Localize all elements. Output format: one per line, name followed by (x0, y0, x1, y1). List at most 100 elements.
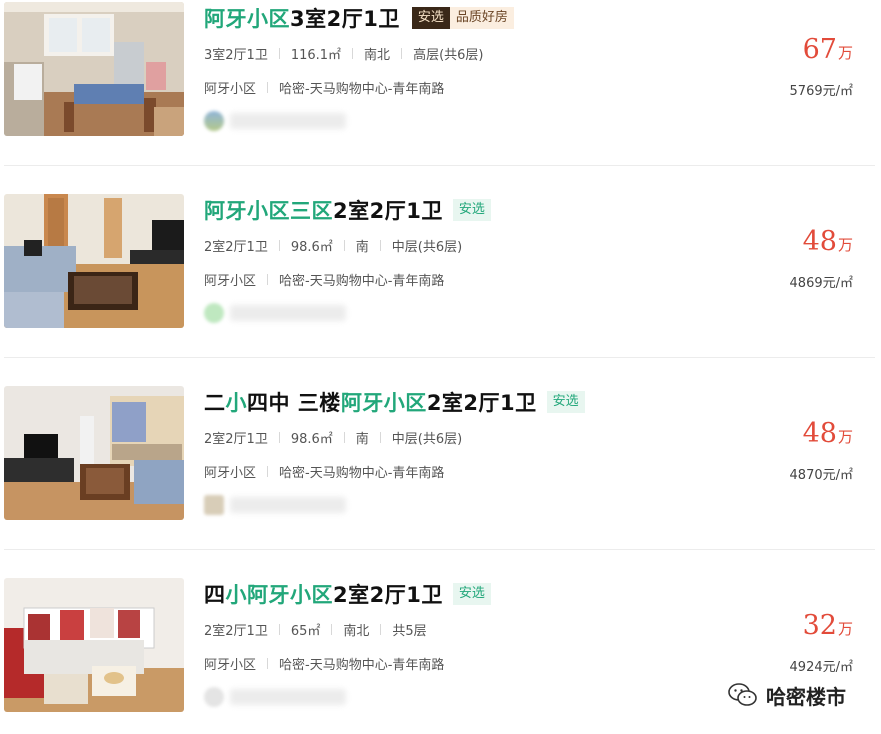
price-unit: 万 (837, 44, 853, 62)
title-part: 四 (204, 583, 226, 607)
community-link[interactable]: 阿牙小区 (204, 78, 256, 97)
living-room-photo-icon (4, 194, 184, 328)
agent-avatar (204, 111, 224, 131)
listing-attributes: 2室2厅1卫 65㎡ 南北 共5层 (204, 620, 427, 639)
title-part: 小 (225, 391, 247, 415)
watermark-text: 哈密楼市 (766, 684, 846, 709)
divider (278, 48, 280, 59)
listing-photo[interactable] (4, 386, 184, 520)
agent-avatar (204, 495, 224, 515)
community-link[interactable]: 阿牙小区 (204, 270, 256, 289)
divider (352, 48, 354, 59)
anxuan-tag: 安选 (452, 583, 491, 605)
layout-attr: 2室2厅1卫 (204, 624, 268, 639)
listing-photo[interactable] (4, 578, 184, 712)
listing-photo[interactable] (4, 2, 184, 136)
divider (267, 82, 269, 93)
unit-price: 4924元/㎡ (789, 660, 853, 675)
title-part: 3室2厅1卫 (290, 7, 400, 31)
area-link[interactable]: 哈密-天马购物中心-青年南路 (279, 462, 444, 481)
community-link[interactable]: 阿牙小区 (204, 654, 256, 673)
quality-tag: 品质好房 (449, 7, 514, 29)
area-attr: 98.6㎡ (290, 432, 333, 447)
listing-attributes: 2室2厅1卫 98.6㎡ 南 中层(共6层) (204, 428, 462, 447)
agent-info[interactable] (204, 684, 354, 710)
divider (379, 432, 381, 443)
agent-info[interactable] (204, 300, 354, 326)
listing-card[interactable]: 阿牙小区三区 2室2厅1卫 安选 2室2厅1卫 98.6㎡ 南 中层(共6层) … (4, 192, 875, 358)
community-link[interactable]: 阿牙小区 (204, 462, 256, 481)
price-value: 67 (802, 34, 837, 65)
unit-price: 4869元/㎡ (789, 276, 853, 291)
agent-avatar (204, 303, 224, 323)
price-value: 48 (802, 226, 837, 257)
divider (401, 48, 403, 59)
area-link[interactable]: 哈密-天马购物中心-青年南路 (279, 654, 444, 673)
listing-card[interactable]: 阿牙小区 3室2厅1卫 安选 品质好房 3室2厅1卫 116.1㎡ 南北 高层(… (4, 0, 875, 166)
divider (343, 240, 345, 251)
floor-attr: 共5层 (392, 624, 427, 639)
watermark: 哈密楼市 (728, 680, 846, 710)
anxuan-tag: 安选 (452, 199, 491, 221)
price-unit: 万 (837, 620, 853, 638)
divider (267, 274, 269, 285)
floor-attr: 中层(共6层) (391, 432, 463, 447)
total-price: 67万 (803, 34, 853, 65)
title-part: 阿牙小区 (204, 7, 290, 31)
title-part: 二 (204, 391, 226, 415)
unit-price: 5769元/㎡ (789, 84, 853, 99)
title-part: 阿牙小区三区 (204, 199, 333, 223)
price-unit: 万 (837, 428, 853, 446)
divider (267, 658, 269, 669)
area-link[interactable]: 哈密-天马购物中心-青年南路 (279, 270, 444, 289)
listing-attributes: 3室2厅1卫 116.1㎡ 南北 高层(共6层) (204, 44, 483, 63)
living-room-photo-icon (4, 386, 184, 520)
listing-location: 阿牙小区 哈密-天马购物中心-青年南路 (204, 78, 444, 97)
agent-name-blurred (230, 113, 346, 129)
listing-title[interactable]: 二 小 四中 三楼 阿牙小区 2室2厅1卫 安选 (204, 388, 585, 416)
floor-attr: 高层(共6层) (413, 48, 484, 63)
layout-attr: 2室2厅1卫 (204, 240, 268, 255)
listing-card[interactable]: 二 小 四中 三楼 阿牙小区 2室2厅1卫 安选 2室2厅1卫 98.6㎡ 南 … (4, 384, 875, 550)
agent-name-blurred (230, 497, 346, 513)
listing-location: 阿牙小区 哈密-天马购物中心-青年南路 (204, 654, 444, 673)
divider (278, 432, 280, 443)
unit-price: 4870元/㎡ (789, 468, 853, 483)
listing-title[interactable]: 阿牙小区三区 2室2厅1卫 安选 (204, 196, 491, 224)
title-part: 阿牙小区 (340, 391, 427, 415)
listing-photo[interactable] (4, 194, 184, 328)
total-price: 32万 (803, 610, 853, 641)
layout-attr: 3室2厅1卫 (204, 48, 268, 63)
listing-location: 阿牙小区 哈密-天马购物中心-青年南路 (204, 462, 444, 481)
listing-location: 阿牙小区 哈密-天马购物中心-青年南路 (204, 270, 444, 289)
orientation-attr: 南北 (343, 624, 370, 639)
title-part: 四中 三楼 (247, 391, 341, 415)
price-unit: 万 (837, 236, 853, 254)
agent-avatar (204, 687, 224, 707)
title-part: 2室2厅1卫 (333, 583, 443, 607)
divider (380, 624, 382, 635)
anxuan-tag: 安选 (546, 391, 585, 413)
listing-title[interactable]: 阿牙小区 3室2厅1卫 安选 品质好房 (204, 4, 514, 32)
area-attr: 98.6㎡ (290, 240, 333, 255)
wechat-icon (728, 683, 757, 706)
agent-info[interactable] (204, 492, 354, 518)
price-value: 48 (802, 418, 837, 449)
agent-name-blurred (230, 305, 346, 321)
floor-attr: 中层(共6层) (391, 240, 463, 255)
kitchen-photo-icon (4, 2, 184, 136)
listing-attributes: 2室2厅1卫 98.6㎡ 南 中层(共6层) (204, 236, 462, 255)
listing-card[interactable]: 四 小阿牙小区 2室2厅1卫 安选 2室2厅1卫 65㎡ 南北 共5层 阿牙小区… (4, 576, 875, 734)
divider (379, 240, 381, 251)
orientation-attr: 南北 (364, 48, 391, 63)
listing-title[interactable]: 四 小阿牙小区 2室2厅1卫 安选 (204, 580, 491, 608)
agent-name-blurred (230, 689, 346, 705)
orientation-attr: 南 (355, 432, 369, 447)
title-part: 2室2厅1卫 (426, 391, 537, 415)
divider (331, 624, 333, 635)
divider (278, 240, 280, 251)
total-price: 48万 (803, 226, 853, 257)
area-attr: 116.1㎡ (290, 48, 342, 63)
agent-info[interactable] (204, 108, 354, 134)
area-link[interactable]: 哈密-天马购物中心-青年南路 (279, 78, 444, 97)
